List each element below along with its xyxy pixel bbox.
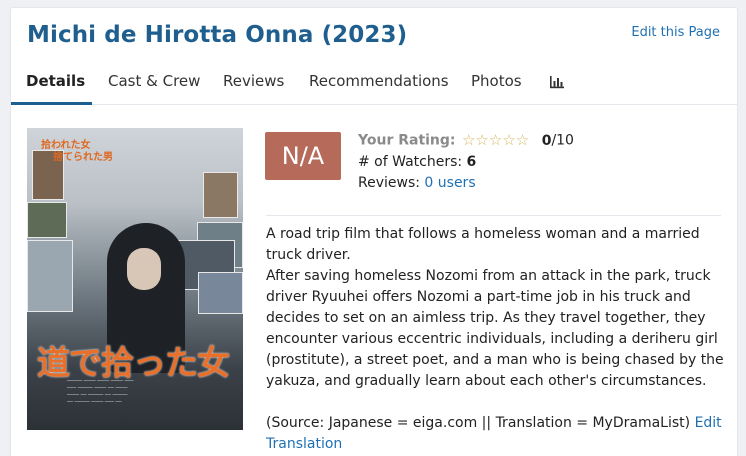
reviews-users-link[interactable]: 0 users xyxy=(424,175,475,191)
poster-photo-tile xyxy=(27,240,73,312)
synopsis-line: A road trip film that follows a homeless… xyxy=(266,226,700,263)
synopsis: A road trip film that follows a homeless… xyxy=(266,224,726,455)
reviews-label: Reviews: xyxy=(358,174,420,191)
your-rating-row: Your Rating: ☆☆☆☆☆ 0/10 xyxy=(358,130,574,152)
movie-poster[interactable]: 拾われた女 捨てられた男 道で拾った女 ───── ──── ──── ────… xyxy=(27,128,243,430)
section-divider xyxy=(266,215,721,216)
tab-recommendations[interactable]: Recommendations xyxy=(309,72,449,104)
synopsis-body: After saving homeless Nozomi from an att… xyxy=(266,268,724,389)
active-tab-indicator xyxy=(11,102,92,105)
poster-tagline: 拾われた女 捨てられた男 xyxy=(41,140,113,163)
tab-photos[interactable]: Photos xyxy=(471,72,522,104)
tab-cast-crew[interactable]: Cast & Crew xyxy=(108,72,200,104)
poster-credits: ───── ──── ──── ──── ─── ─── ───── ──── ─… xyxy=(67,378,134,405)
page-title: Michi de Hirotta Onna (2023) xyxy=(27,22,408,48)
watchers-count: 6 xyxy=(466,153,477,170)
poster-photo-tile xyxy=(203,172,238,218)
poster-photo-tile xyxy=(198,272,243,314)
poster-face xyxy=(127,248,161,290)
watchers-row: # of Watchers: 6 xyxy=(358,152,574,173)
tab-details[interactable]: Details xyxy=(26,72,85,104)
poster-photo-tile xyxy=(27,202,67,238)
your-rating-score: 0 xyxy=(541,132,552,149)
rating-info: Your Rating: ☆☆☆☆☆ 0/10 # of Watchers: 6… xyxy=(358,130,574,194)
star-rating-input[interactable]: ☆☆☆☆☆ xyxy=(462,130,529,151)
source-text: (Source: Japanese = eiga.com || Translat… xyxy=(266,415,691,431)
tab-bar: Details Cast & Crew Reviews Recommendati… xyxy=(11,63,737,105)
edit-page-link[interactable]: Edit this Page xyxy=(631,25,720,40)
watchers-label: # of Watchers: xyxy=(358,153,463,170)
poster-title-text: 道で拾った女 xyxy=(37,343,230,382)
tab-reviews[interactable]: Reviews xyxy=(223,72,284,104)
reviews-row: Reviews: 0 users xyxy=(358,173,574,194)
content-card: Michi de Hirotta Onna (2023) Edit this P… xyxy=(10,7,738,456)
statistics-chart-icon[interactable] xyxy=(549,75,565,89)
rating-score-box: N/A xyxy=(265,132,341,180)
your-rating-max: /10 xyxy=(551,132,574,149)
your-rating-label: Your Rating: xyxy=(358,132,456,149)
synopsis-source: (Source: Japanese = eiga.com || Translat… xyxy=(266,413,726,455)
